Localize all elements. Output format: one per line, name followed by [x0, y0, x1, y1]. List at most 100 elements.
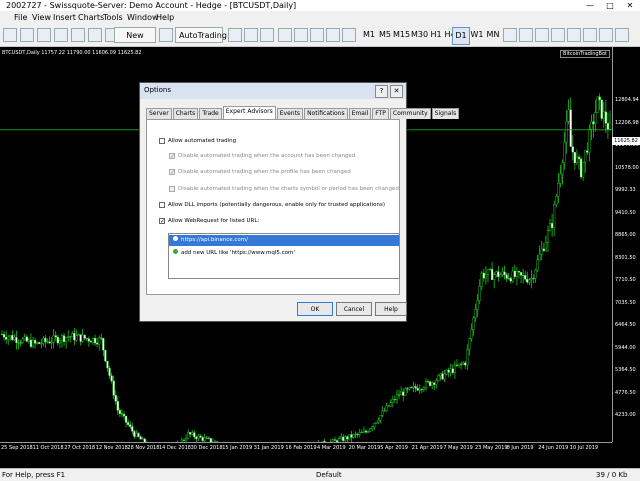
tf-w1[interactable]: W1	[469, 27, 485, 43]
metaeditor-icon[interactable]	[159, 28, 173, 42]
candle-body	[479, 286, 481, 300]
tab-expert-advisors[interactable]: Expert Advisors	[223, 106, 276, 120]
menu-charts[interactable]: Charts	[78, 11, 104, 24]
candle-body	[84, 335, 86, 338]
candle-body	[533, 278, 535, 279]
candle-body	[111, 376, 113, 381]
profiles-icon[interactable]	[20, 28, 34, 42]
market-watch-icon[interactable]	[37, 28, 51, 42]
menu-insert[interactable]: Insert	[53, 11, 76, 24]
bar-chart-icon[interactable]	[228, 28, 242, 42]
line-chart-icon[interactable]	[260, 28, 274, 42]
tf-d1[interactable]: D1	[452, 27, 470, 45]
candle-body	[578, 157, 580, 159]
ok-button[interactable]: OK	[297, 302, 333, 316]
data-window-icon[interactable]	[54, 28, 68, 42]
tf-m15[interactable]: M15	[393, 27, 409, 43]
vertical-line-icon[interactable]	[535, 28, 549, 42]
candle-body	[506, 275, 508, 279]
tab-charts[interactable]: Charts	[173, 108, 199, 119]
menu-tools[interactable]: Tools	[103, 11, 123, 24]
zoom-in-icon[interactable]	[278, 28, 292, 42]
tab-community[interactable]: Community	[390, 108, 431, 119]
crosshair-icon[interactable]	[519, 28, 533, 42]
candle-body	[105, 350, 107, 361]
candle-body	[450, 369, 452, 372]
candle-body	[508, 278, 510, 279]
tab-signals[interactable]: Signals	[432, 108, 460, 119]
option-label: Allow DLL imports (potentially dangerous…	[168, 202, 385, 208]
tab-events[interactable]: Events	[277, 108, 303, 119]
time-tick: 24 Jun 2019	[538, 445, 568, 451]
tf-m30[interactable]: M30	[411, 27, 427, 43]
cancel-button[interactable]: Cancel	[336, 302, 372, 316]
candle-body	[607, 123, 609, 129]
candle-body	[595, 113, 597, 124]
candle-body	[400, 392, 402, 395]
navigator-icon[interactable]	[71, 28, 85, 42]
candlestick-icon[interactable]	[244, 28, 258, 42]
candle-body	[123, 414, 125, 416]
text-tool-icon[interactable]	[615, 28, 629, 42]
candle-body	[359, 432, 361, 434]
trendline-icon[interactable]	[567, 28, 581, 42]
chart-shift-icon[interactable]	[342, 28, 356, 42]
tab-notifications[interactable]: Notifications	[304, 108, 348, 119]
terminal-icon[interactable]	[88, 28, 102, 42]
tab-email[interactable]: Email	[349, 108, 372, 119]
menu-file[interactable]: File	[14, 11, 27, 24]
candle-body	[411, 387, 413, 388]
fibonacci-icon[interactable]	[599, 28, 613, 42]
candle-body	[191, 433, 193, 434]
add-url-item[interactable]: add new URL like 'https://www.mql5.com'	[169, 248, 399, 259]
new-order-button[interactable]: New Order	[114, 27, 156, 43]
menu-view[interactable]: View	[32, 11, 51, 24]
checkbox[interactable]	[159, 138, 165, 144]
maximize-button[interactable]: □	[600, 0, 620, 11]
close-window-button[interactable]: ✕	[620, 0, 640, 11]
option-allow-dll-imports[interactable]: Allow DLL imports (potentially dangerous…	[159, 202, 385, 208]
candle-body	[119, 410, 121, 413]
new-chart-icon[interactable]	[3, 28, 17, 42]
url-item[interactable]: https://api.binance.com/	[169, 235, 399, 246]
checkbox[interactable]	[159, 202, 165, 208]
candle-body	[49, 342, 51, 343]
time-tick: 8 Jun 2019	[507, 445, 534, 451]
tab-ftp[interactable]: FTP	[372, 108, 389, 119]
add-url-icon	[173, 249, 178, 254]
candle-body	[495, 272, 497, 275]
tf-m5[interactable]: M5	[377, 27, 393, 43]
autotrading-button[interactable]: AutoTrading	[175, 27, 223, 43]
option-disable-on-symbol-change: Disable automated trading when the chart…	[169, 186, 399, 192]
menu-help[interactable]: Help	[156, 11, 174, 24]
autoscroll-icon[interactable]	[326, 28, 340, 42]
url-list[interactable]: https://api.binance.com/ add new URL lik…	[168, 233, 400, 279]
expert-advisor-label[interactable]: BitcoinTradingBot	[560, 50, 610, 58]
candle-body	[524, 275, 526, 279]
tf-mn[interactable]: MN	[485, 27, 501, 43]
menu-window[interactable]: Window	[127, 11, 159, 24]
candle-body	[3, 334, 5, 337]
horizontal-line-icon[interactable]	[551, 28, 565, 42]
cursor-icon[interactable]	[503, 28, 517, 42]
channel-icon[interactable]	[583, 28, 597, 42]
checkbox[interactable]: ✓	[159, 218, 165, 224]
candle-body	[394, 399, 396, 400]
tab-server[interactable]: Server	[146, 108, 172, 119]
candle-body	[34, 340, 36, 343]
candle-body	[45, 338, 47, 342]
candle-body	[127, 422, 129, 424]
tile-windows-icon[interactable]	[310, 28, 324, 42]
option-allow-webrequest[interactable]: ✓ Allow WebRequest for listed URL:	[159, 218, 259, 224]
dialog-help-text-button[interactable]: Help	[375, 302, 407, 316]
dialog-close-button[interactable]: ✕	[390, 85, 403, 98]
candle-body	[421, 389, 423, 390]
candle-body	[547, 231, 549, 243]
dialog-help-button[interactable]: ?	[375, 85, 388, 98]
tf-m1[interactable]: M1	[361, 27, 377, 43]
tab-trade[interactable]: Trade	[199, 108, 221, 119]
option-allow-automated-trading[interactable]: Allow automated trading	[159, 138, 236, 144]
zoom-out-icon[interactable]	[294, 28, 308, 42]
minimize-button[interactable]: —	[580, 0, 600, 11]
candle-body	[55, 336, 57, 337]
